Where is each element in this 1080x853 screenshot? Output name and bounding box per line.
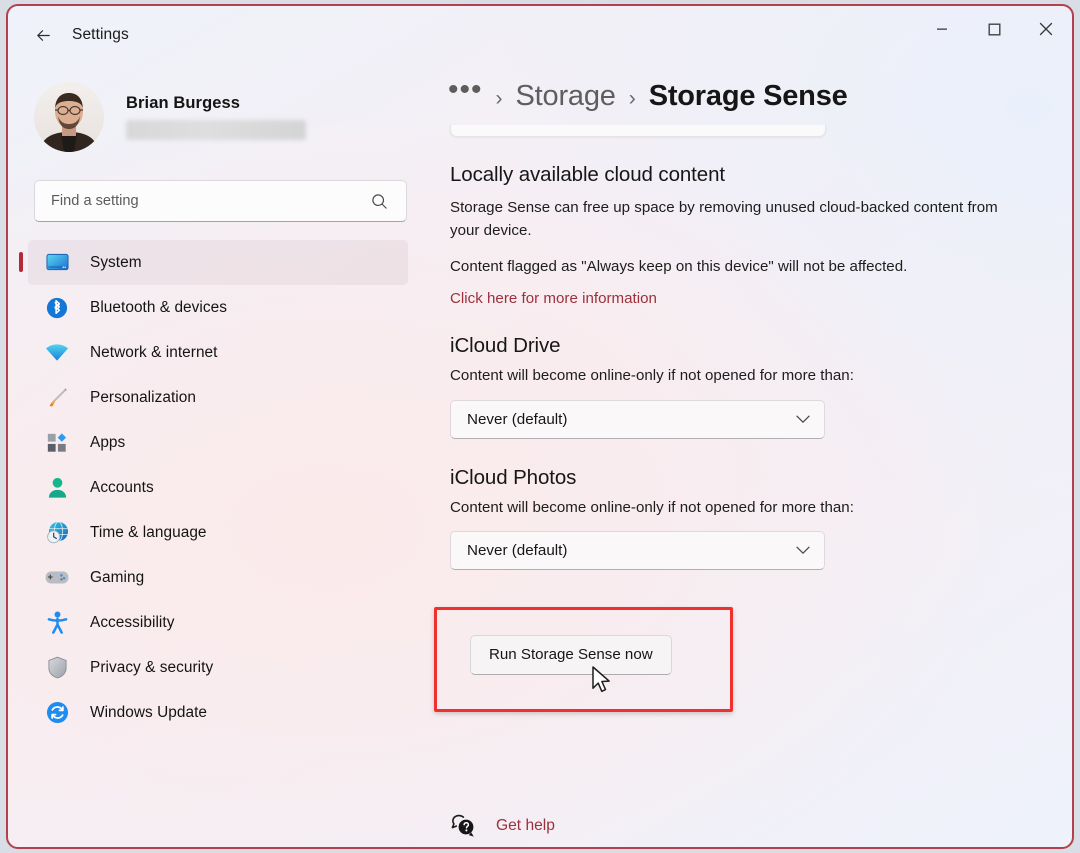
sidebar-item-label: Personalization — [90, 388, 196, 406]
sidebar-item-label: Network & internet — [90, 343, 218, 361]
icloud-photos-description: Content will become online-only if not o… — [450, 498, 854, 516]
chevron-down-icon — [796, 415, 810, 423]
sidebar: Brian Burgess Find a setting System Blue… — [8, 64, 428, 847]
apps-icon — [44, 430, 70, 456]
section-paragraph-1: Storage Sense can free up space by remov… — [450, 199, 998, 240]
sidebar-item-bluetooth-devices[interactable]: Bluetooth & devices — [28, 285, 408, 330]
cloud-content-section: Locally available cloud content Storage … — [450, 163, 1072, 307]
gamepad-icon — [44, 565, 70, 591]
icloud-drive-heading: iCloud Drive — [450, 334, 561, 358]
app-title: Settings — [72, 26, 129, 43]
person-icon — [44, 475, 70, 501]
chevron-down-icon — [796, 546, 810, 554]
profile-name: Brian Burgess — [126, 94, 241, 112]
maximize-icon — [988, 23, 1001, 36]
icloud-photos-selected-value: Never (default) — [467, 541, 568, 559]
section-paragraph-2: Content flagged as "Always keep on this … — [450, 257, 908, 275]
window-controls — [916, 6, 1072, 56]
avatar — [34, 82, 104, 152]
search-box[interactable] — [34, 180, 407, 222]
run-storage-sense-button[interactable]: Run Storage Sense now — [470, 634, 672, 675]
get-help-link[interactable]: Get help — [496, 817, 555, 835]
minimize-icon — [937, 28, 947, 30]
sidebar-item-label: Time & language — [90, 523, 207, 541]
sidebar-item-time-language[interactable]: Time & language — [28, 510, 408, 555]
sidebar-item-system[interactable]: System — [19, 240, 408, 285]
close-icon — [1039, 22, 1053, 36]
icloud-drive-description: Content will become online-only if not o… — [450, 367, 854, 385]
get-help-icon — [451, 814, 474, 837]
search-input[interactable] — [51, 193, 351, 209]
sidebar-nav: System Bluetooth & devices Network & int… — [8, 240, 428, 735]
main-content: ••• › Storage › Storage Sense Locally av… — [428, 64, 1072, 847]
icloud-drive-section: iCloud Drive Content will become online-… — [450, 334, 1072, 439]
search-icon — [372, 194, 387, 209]
sidebar-item-label: Apps — [90, 433, 126, 451]
settings-window: Settings Brian Burgess Find a setting Sy… — [6, 4, 1074, 849]
sidebar-item-label: Privacy & security — [90, 658, 214, 676]
icloud-drive-selected-value: Never (default) — [467, 410, 568, 428]
close-button[interactable] — [1020, 6, 1072, 52]
section-heading: Locally available cloud content — [450, 163, 725, 186]
monitor-icon — [44, 250, 70, 276]
breadcrumb-separator: › — [495, 87, 503, 110]
sidebar-item-label: Accessibility — [90, 613, 175, 631]
sidebar-item-label: Bluetooth & devices — [90, 298, 227, 316]
sidebar-item-apps[interactable]: Apps — [28, 420, 408, 465]
sidebar-item-accounts[interactable]: Accounts — [28, 465, 408, 510]
paintbrush-icon — [44, 385, 70, 411]
update-icon — [44, 700, 70, 726]
sidebar-item-label: Gaming — [90, 568, 145, 586]
sidebar-item-personalization[interactable]: Personalization — [28, 375, 408, 420]
mouse-cursor — [592, 666, 610, 693]
breadcrumb-overflow[interactable]: ••• — [448, 75, 483, 105]
run-storage-sense-area: Run Storage Sense now — [434, 606, 1072, 717]
page-title: Storage Sense — [648, 80, 848, 112]
breadcrumb: ••• › Storage › Storage Sense — [448, 75, 1072, 113]
back-button[interactable] — [22, 18, 64, 52]
avatar-photo — [34, 82, 104, 152]
globe-clock-icon — [44, 520, 70, 546]
profile-email-redacted — [126, 120, 306, 140]
shield-icon — [44, 655, 70, 681]
footer: Get help — [450, 813, 1072, 839]
sidebar-item-privacy-security[interactable]: Privacy & security — [28, 645, 408, 690]
clipped-setting-card — [450, 125, 826, 137]
profile-text: Brian Burgess — [126, 94, 306, 140]
user-profile[interactable]: Brian Burgess — [34, 82, 428, 152]
settings-scroll-area: Locally available cloud content Storage … — [428, 125, 1072, 717]
sidebar-item-label: Windows Update — [90, 703, 208, 721]
breadcrumb-separator: › — [628, 87, 636, 110]
sidebar-item-windows-update[interactable]: Windows Update — [28, 690, 408, 735]
sidebar-item-label: Accounts — [90, 478, 154, 496]
sidebar-item-network-internet[interactable]: Network & internet — [28, 330, 408, 375]
sidebar-item-accessibility[interactable]: Accessibility — [28, 600, 408, 645]
wifi-icon — [44, 340, 70, 366]
accessibility-icon — [44, 610, 70, 636]
icloud-drive-dropdown[interactable]: Never (default) — [450, 399, 825, 439]
bluetooth-icon — [44, 295, 70, 321]
more-information-link[interactable]: Click here for more information — [450, 290, 1072, 307]
icloud-photos-heading: iCloud Photos — [450, 465, 577, 489]
breadcrumb-storage[interactable]: Storage — [516, 80, 616, 113]
title-bar: Settings — [8, 6, 1072, 64]
icloud-photos-dropdown[interactable]: Never (default) — [450, 530, 825, 570]
back-arrow-icon — [36, 29, 50, 41]
minimize-button[interactable] — [916, 6, 968, 52]
icloud-photos-section: iCloud Photos Content will become online… — [450, 465, 1072, 570]
maximize-button[interactable] — [968, 6, 1020, 52]
sidebar-item-label: System — [90, 253, 142, 271]
sidebar-item-gaming[interactable]: Gaming — [28, 555, 408, 600]
